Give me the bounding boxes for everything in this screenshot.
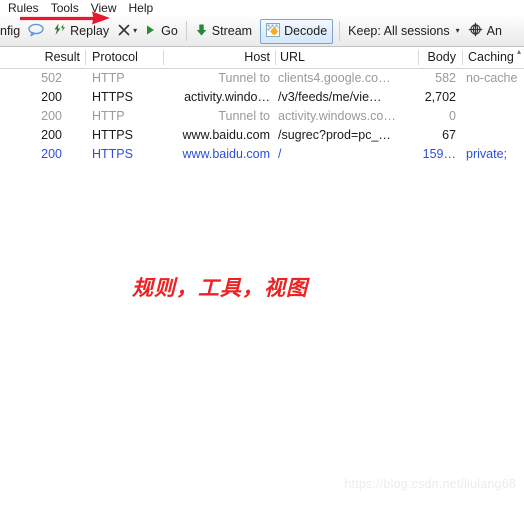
menu-item-help[interactable]: Help xyxy=(123,0,160,16)
cell-protocol: HTTP xyxy=(92,109,125,123)
table-row[interactable]: 200 HTTPS www.baidu.com /sugrec?prod=pc_… xyxy=(0,126,524,145)
keep-sessions-label: Keep: All sessions xyxy=(348,24,450,38)
annotation-text: 规则，工具，视图 xyxy=(132,276,308,300)
keep-sessions-dropdown[interactable]: Keep: All sessions ▾ xyxy=(344,19,463,43)
stream-button[interactable]: Stream xyxy=(191,19,256,43)
table-row[interactable]: 200 HTTP Tunnel to activity.windows.co… … xyxy=(0,107,524,126)
toolbar-separator-2 xyxy=(339,21,341,41)
config-label: nfig xyxy=(0,24,21,38)
go-button[interactable]: Go xyxy=(141,19,182,43)
cell-host: www.baidu.com xyxy=(182,147,270,161)
stream-label: Stream xyxy=(211,24,253,38)
go-label: Go xyxy=(161,24,178,38)
watermark: https://blog.csdn.net/liulang68 xyxy=(344,477,516,491)
column-header-url[interactable]: URL xyxy=(280,47,400,68)
menu-item-rules[interactable]: Rules xyxy=(0,0,45,16)
x-icon xyxy=(117,23,131,40)
cell-result: 200 xyxy=(41,90,62,104)
table-row[interactable]: 502 HTTP Tunnel to clients4.google.co… 5… xyxy=(0,69,524,88)
cell-url: /sugrec?prod=pc_… xyxy=(278,128,391,142)
cell-caching xyxy=(466,126,524,145)
cell-caching xyxy=(466,88,524,107)
sort-indicator-icon: ▴ xyxy=(516,47,521,56)
cell-body: 2,702 xyxy=(424,90,456,104)
cell-result: 200 xyxy=(41,109,62,123)
remove-caret-icon[interactable]: ▾ xyxy=(133,19,137,43)
cell-host: Tunnel to xyxy=(218,71,270,85)
column-header-body[interactable]: Body xyxy=(400,47,457,68)
cell-protocol: HTTPS xyxy=(92,147,133,161)
column-divider-3[interactable] xyxy=(275,50,276,65)
decode-label: Decode xyxy=(284,24,328,38)
grid-header-row: Result Protocol Host URL Body Caching ▴ xyxy=(0,47,524,69)
column-divider-2[interactable] xyxy=(163,50,164,65)
replay-button[interactable]: Replay xyxy=(48,19,113,43)
any-process-label: An xyxy=(486,24,502,38)
session-grid[interactable]: Result Protocol Host URL Body Caching ▴ … xyxy=(0,47,524,164)
toolbar-separator-1 xyxy=(185,21,187,41)
speech-bubble-icon xyxy=(28,23,44,40)
cell-host: www.baidu.com xyxy=(182,128,270,142)
checkered-decode-icon xyxy=(266,22,281,40)
play-triangle-icon xyxy=(145,24,156,39)
cell-result: 200 xyxy=(41,128,62,142)
cell-caching: private; xyxy=(466,147,507,161)
green-down-arrow-icon xyxy=(195,23,208,40)
table-row[interactable]: 200 HTTPS www.baidu.com / 159… private; xyxy=(0,145,524,164)
cell-url: activity.windows.co… xyxy=(278,109,396,123)
cell-caching xyxy=(466,107,524,126)
menu-item-view[interactable]: View xyxy=(85,0,123,16)
cell-caching: no-cache xyxy=(466,71,518,85)
menu-bar: Rules Tools View Help xyxy=(0,0,524,16)
column-header-result[interactable]: Result xyxy=(0,47,80,68)
table-row[interactable]: 200 HTTPS activity.windo… /v3/feeds/me/v… xyxy=(0,88,524,107)
fiddler-window: Rules Tools View Help nfig Replay ▾ Go S… xyxy=(0,0,524,505)
toolbar: nfig Replay ▾ Go Stream Decode Keep: All… xyxy=(0,16,524,47)
column-header-caching[interactable]: Caching xyxy=(468,47,524,68)
config-button[interactable]: nfig xyxy=(0,19,24,43)
cell-protocol: HTTP xyxy=(92,71,125,85)
globe-crosshair-icon xyxy=(468,22,483,40)
replay-lightning-icon xyxy=(52,22,67,40)
decode-button[interactable]: Decode xyxy=(260,18,334,44)
cell-url: clients4.google.co… xyxy=(278,71,391,85)
comment-button[interactable] xyxy=(24,19,48,43)
cell-result: 502 xyxy=(41,71,62,85)
cell-body: 67 xyxy=(442,128,456,142)
cell-result: 200 xyxy=(41,147,62,161)
cell-url: / xyxy=(278,147,282,161)
cell-body: 0 xyxy=(449,109,456,123)
cell-protocol: HTTPS xyxy=(92,128,133,142)
menu-item-tools[interactable]: Tools xyxy=(45,0,85,16)
remove-button[interactable]: ▾ xyxy=(113,19,141,43)
column-header-host[interactable]: Host xyxy=(168,47,270,68)
column-divider-1[interactable] xyxy=(85,50,86,65)
cell-url: /v3/feeds/me/vie… xyxy=(278,90,382,104)
replay-label: Replay xyxy=(70,24,110,38)
cell-host: Tunnel to xyxy=(218,109,270,123)
column-header-protocol[interactable]: Protocol xyxy=(92,47,162,68)
cell-body: 159… xyxy=(422,147,456,161)
column-divider-5[interactable] xyxy=(462,50,463,65)
chevron-down-icon[interactable]: ▾ xyxy=(456,19,460,43)
cell-body: 582 xyxy=(435,71,456,85)
cell-protocol: HTTPS xyxy=(92,90,133,104)
cell-host: activity.windo… xyxy=(184,90,270,104)
any-process-button[interactable]: An xyxy=(464,19,506,43)
